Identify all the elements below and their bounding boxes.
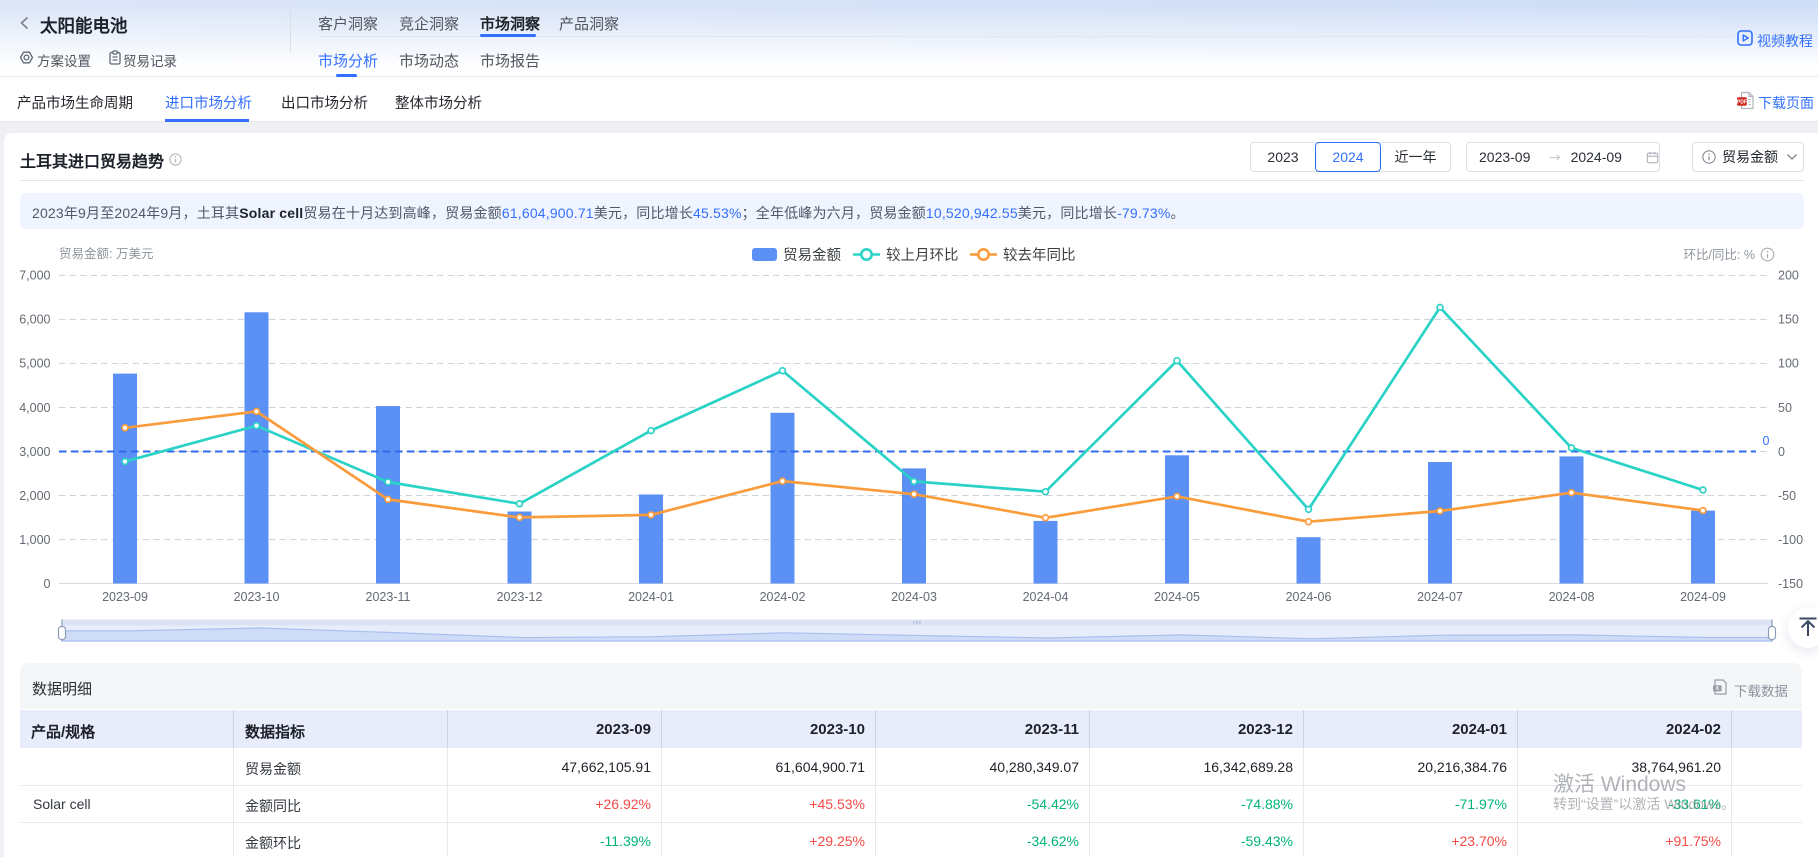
svg-text:4,000: 4,000 [19,401,50,415]
svg-text:贸易金额: 万美元: 贸易金额: 万美元 [59,246,153,261]
svg-text:200: 200 [1778,269,1799,283]
svg-text:7,000: 7,000 [19,269,50,283]
svg-text:2,000: 2,000 [19,489,50,503]
svg-text:较去年同比: 较去年同比 [1003,246,1076,264]
svg-text:较上月环比: 较上月环比 [886,246,959,264]
svg-text:2024-03: 2024-03 [891,590,937,604]
svg-text:2023-09: 2023-09 [102,590,148,604]
svg-text:3,000: 3,000 [19,445,50,459]
svg-text:环比/同比: %: 环比/同比: % [1683,248,1755,262]
svg-text:PDF: PDF [1737,99,1747,105]
svg-text:5,000: 5,000 [19,357,50,371]
svg-text:6,000: 6,000 [19,313,50,327]
svg-text:2024-02: 2024-02 [760,590,806,604]
svg-text:-150: -150 [1778,577,1803,591]
svg-text:2024-04: 2024-04 [1023,590,1069,604]
svg-text:100: 100 [1778,357,1799,371]
svg-text:贸易金额: 贸易金额 [783,247,841,264]
svg-text:2024-06: 2024-06 [1286,590,1332,604]
svg-text:2024-07: 2024-07 [1417,590,1463,604]
svg-text:2023-10: 2023-10 [234,590,280,604]
svg-text:2024-01: 2024-01 [628,590,674,604]
svg-text:1,000: 1,000 [19,533,50,547]
svg-text:0: 0 [44,577,51,591]
svg-text:2024-05: 2024-05 [1154,590,1200,604]
svg-text:2024-08: 2024-08 [1549,590,1595,604]
svg-text:-50: -50 [1778,489,1796,503]
svg-text:0: 0 [1778,445,1785,459]
svg-text:2024-09: 2024-09 [1680,590,1726,604]
svg-text:-100: -100 [1778,533,1803,547]
svg-text:150: 150 [1778,313,1799,327]
svg-text:50: 50 [1778,401,1792,415]
svg-text:2023-12: 2023-12 [497,590,543,604]
svg-text:2023-11: 2023-11 [366,590,411,604]
svg-text:0: 0 [1763,434,1770,448]
